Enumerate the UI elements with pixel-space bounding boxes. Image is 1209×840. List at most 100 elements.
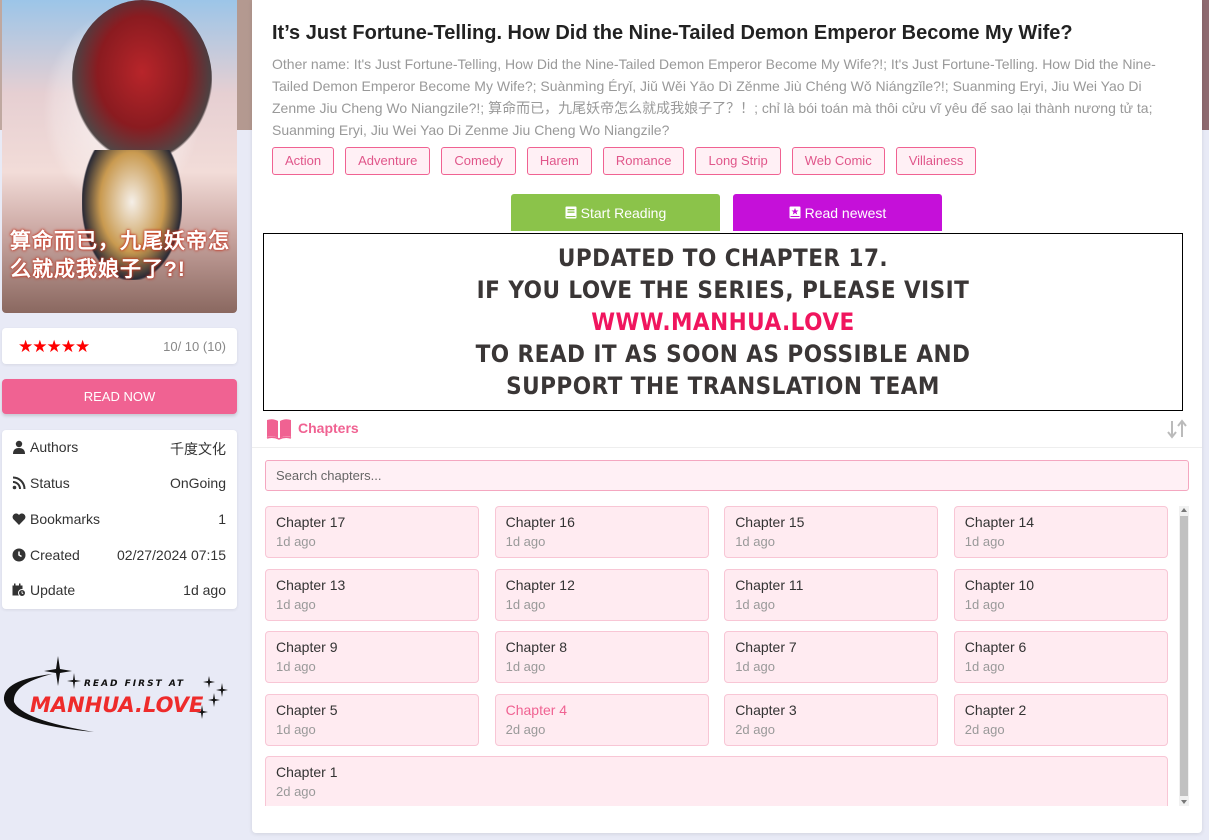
star-icon[interactable]: ★ (18, 337, 33, 356)
cover-title-text: 算命而已，九尾妖帝怎么就成我娘子了?! (10, 230, 230, 281)
read-newest-label: Read newest (804, 204, 887, 221)
star-icon[interactable]: ★ (75, 337, 90, 356)
sort-icon[interactable] (1166, 418, 1188, 440)
status-value: OnGoing (169, 475, 226, 491)
chapter-item[interactable]: Chapter 5 1d ago (265, 693, 479, 746)
info-row-status: Status OnGoing (12, 475, 226, 495)
chapters-title: Chapters (298, 420, 359, 436)
other-names: Other name: It's Just Fortune-Telling, H… (272, 56, 1156, 138)
genre-tags: Action Adventure Comedy Harem Romance Lo… (272, 147, 977, 175)
chapter-time: 1d ago (505, 534, 546, 549)
chapter-list-scrollbar[interactable] (1179, 506, 1189, 806)
chapter-name: Chapter 11 (735, 576, 804, 593)
tag-web-comic[interactable]: Web Comic (791, 147, 885, 175)
star-icon[interactable]: ★ (61, 337, 76, 356)
page-title: It’s Just Fortune-Telling. How Did the N… (272, 22, 1073, 44)
chapter-time: 1d ago (276, 659, 316, 674)
chapter-item[interactable]: Chapter 15 1d ago (724, 506, 939, 558)
chapter-name: Chapter 12 (505, 576, 575, 593)
chapter-name: Chapter 14 (964, 514, 1035, 530)
info-label: Bookmarks (30, 511, 101, 527)
update-notice-banner: Updated to chapter 17. If you love the s… (263, 233, 1183, 411)
info-row-bookmarks: Bookmarks 1 (12, 511, 226, 531)
logo-graphic: READ FIRST AT MANHUA.LOVE (3, 656, 228, 732)
chapter-name: Chapter 16 (505, 514, 575, 530)
read-now-button[interactable]: READ NOW (2, 379, 237, 414)
read-newest-button[interactable]: Read newest (733, 194, 942, 231)
chapter-time: 1d ago (505, 596, 546, 612)
info-row-update: Update 1d ago (12, 582, 226, 602)
chapter-item[interactable]: Chapter 12 1d ago (494, 568, 709, 621)
chapter-name: Chapter 7 (735, 639, 797, 655)
chapter-name: Chapter 9 (276, 639, 338, 655)
scroll-down-arrow-icon[interactable] (1181, 800, 1187, 804)
chapter-time: 1d ago (735, 659, 775, 674)
search-chapters-input[interactable] (265, 460, 1189, 491)
scroll-up-arrow-icon[interactable] (1181, 508, 1187, 512)
chapter-time: 2d ago (735, 721, 775, 737)
chapter-item[interactable]: Chapter 17 1d ago (265, 506, 479, 558)
info-row-created: Created 02/27/2024 07:15 (12, 547, 226, 567)
chapter-time: 1d ago (964, 659, 1005, 674)
start-reading-button[interactable]: Start Reading (511, 194, 720, 231)
logo-brand-text: MANHUA.LOVE (30, 693, 204, 717)
tag-action[interactable]: Action (272, 147, 335, 175)
tag-adventure[interactable]: Adventure (345, 147, 431, 175)
info-card: Authors 千度文化 Status OnGoing Bookmarks 1 … (2, 430, 237, 609)
chapter-item[interactable]: Chapter 11 1d ago (724, 568, 939, 621)
chapter-item[interactable]: Chapter 2 2d ago (953, 693, 1168, 746)
chapter-name: Chapter 10 (964, 576, 1035, 593)
book-star-icon (789, 206, 801, 218)
main-panel: It’s Just Fortune-Telling. How Did the N… (252, 0, 1202, 833)
star-icon[interactable]: ★ (47, 337, 62, 356)
authors-value[interactable]: 千度文化 (170, 439, 226, 459)
chapter-list: Chapter 17 1d ago Chapter 16 1d ago Chapter … (265, 506, 1169, 806)
chapter-name: Chapter 15 (735, 514, 805, 530)
tag-comedy[interactable]: Comedy (441, 147, 516, 175)
info-label: Created (30, 547, 80, 563)
chapter-item[interactable]: Chapter 1 2d ago (265, 756, 1168, 806)
user-icon (13, 440, 25, 454)
chapter-item[interactable]: Chapter 8 1d ago (494, 631, 709, 683)
chapter-time: 1d ago (964, 596, 1005, 612)
rating-score: 10/ 10 (10) (163, 339, 226, 354)
open-book-icon (266, 419, 292, 440)
chapter-item[interactable]: Chapter 9 1d ago (265, 631, 479, 683)
heart-icon (12, 513, 26, 525)
tag-harem[interactable]: Harem (526, 147, 592, 175)
cover-art-figure (72, 0, 212, 160)
tag-villainess[interactable]: Villainess (895, 147, 977, 175)
notice-site-link[interactable]: www.manhua.love (310, 306, 1136, 338)
chapter-item[interactable]: Chapter 7 1d ago (724, 631, 939, 683)
star-icon[interactable]: ★ (32, 337, 47, 356)
scrollbar-thumb[interactable] (1180, 516, 1188, 796)
notice-line: to read it as soon as possible and (475, 340, 971, 368)
chapter-item[interactable]: Chapter 3 2d ago (724, 693, 939, 746)
chapter-name: Chapter 13 (276, 576, 346, 593)
rating-stars[interactable]: ★★★★★ (18, 337, 90, 357)
chapter-time: 2d ago (276, 784, 316, 799)
bookmarks-value: 1 (218, 511, 226, 527)
info-label: Status (30, 475, 70, 491)
chapter-item[interactable]: Chapter 16 1d ago (494, 506, 709, 558)
tag-romance[interactable]: Romance (602, 147, 685, 175)
chapter-name: Chapter 2 (964, 701, 1027, 718)
chapter-item[interactable]: Chapter 10 1d ago (953, 568, 1168, 621)
chapter-item[interactable]: Chapter 6 1d ago (953, 631, 1168, 683)
cover-image[interactable]: 算命而已，九尾妖帝怎么就成我娘子了?! (2, 0, 237, 313)
clock-icon (12, 548, 26, 562)
chapter-time: 1d ago (276, 721, 316, 737)
chapter-item[interactable]: Chapter 14 1d ago (953, 506, 1168, 558)
manhua-love-logo[interactable]: READ FIRST AT MANHUA.LOVE (2, 652, 232, 737)
update-value: 1d ago (183, 582, 226, 598)
logo-top-text: READ FIRST AT (84, 679, 185, 689)
chapter-name: Chapter 6 (964, 639, 1027, 655)
created-value: 02/27/2024 07:15 (117, 547, 226, 563)
chapter-time: 1d ago (276, 596, 316, 612)
chapter-time: 1d ago (735, 596, 775, 612)
book-icon (565, 206, 577, 218)
chapter-item[interactable]: Chapter 4 2d ago (494, 693, 709, 746)
chapter-item[interactable]: Chapter 13 1d ago (265, 568, 479, 621)
notice-line: support the translation team (506, 372, 940, 400)
tag-long-strip[interactable]: Long Strip (695, 147, 781, 175)
